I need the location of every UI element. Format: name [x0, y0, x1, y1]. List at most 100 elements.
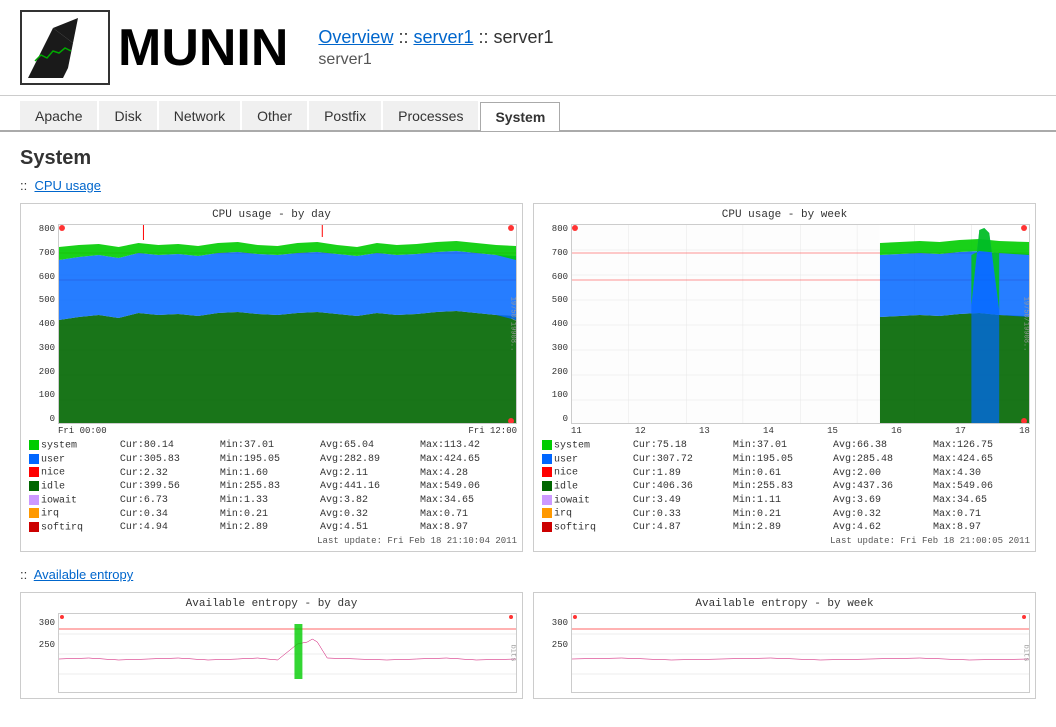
legend-max: 34.65	[957, 495, 987, 506]
legend-cur: 4.87	[657, 522, 681, 533]
cpu-day-svg	[59, 225, 516, 424]
legend-avg: 285.48	[857, 454, 893, 465]
cpu-day-side-label: 19750/19908..	[508, 297, 516, 352]
nav-tabs: Apache Disk Network Other Postfix Proces…	[0, 101, 1056, 132]
y-label: 700	[39, 248, 55, 258]
legend-max: 424.65	[957, 454, 993, 465]
y-label: 800	[39, 224, 55, 234]
tab-postfix[interactable]: Postfix	[309, 101, 381, 130]
legend-min: 2.89	[244, 522, 268, 533]
legend-avg: 0.32	[857, 509, 881, 520]
cpu-section-header: :: CPU usage	[20, 178, 1036, 193]
legend-cur: 80.14	[144, 440, 174, 451]
entropy-week-title: Available entropy - by week	[539, 598, 1030, 610]
legend-max: 0.71	[444, 509, 468, 520]
current-page: server1	[494, 27, 554, 47]
entropy-week-svg	[572, 614, 1029, 693]
entropy-section-header: :: Available entropy	[20, 567, 1036, 582]
legend-min: 0.21	[244, 509, 268, 520]
legend-min: 195.05	[244, 454, 280, 465]
legend-max: 126.75	[957, 440, 993, 451]
legend-cur: 399.56	[144, 481, 180, 492]
cpu-week-legend: system Cur:75.18 Min:37.01 Avg:66.38 Max…	[539, 439, 1030, 534]
tab-processes[interactable]: Processes	[383, 101, 478, 130]
entropy-week-side-label: bits	[1021, 645, 1029, 662]
x-tick: Fri 12:00	[468, 426, 517, 436]
cpu-day-title: CPU usage - by day	[26, 209, 517, 221]
page-content: System :: CPU usage CPU usage - by day 8…	[0, 132, 1056, 727]
legend-min: 1.60	[244, 468, 268, 479]
x-tick: 16	[891, 426, 902, 436]
legend-avg: 441.16	[344, 481, 380, 492]
breadcrumb-area: Overview :: server1 :: server1 server1	[318, 27, 553, 69]
entropy-link[interactable]: Available entropy	[34, 567, 134, 582]
entropy-week-chart: Available entropy - by week 300 250	[533, 592, 1036, 699]
x-tick: 15	[827, 426, 838, 436]
legend-max: 113.42	[444, 440, 480, 451]
tab-system[interactable]: System	[480, 102, 560, 131]
legend-avg: 0.32	[344, 509, 368, 520]
legend-label: idle	[41, 482, 65, 493]
legend-max: 8.97	[444, 522, 468, 533]
legend-min: 37.01	[244, 440, 274, 451]
legend-label: idle	[554, 482, 578, 493]
legend-avg: 4.62	[857, 522, 881, 533]
tab-disk[interactable]: Disk	[99, 101, 156, 130]
legend-min: 1.11	[757, 495, 781, 506]
legend-cur: 0.34	[144, 509, 168, 520]
x-tick: 13	[699, 426, 710, 436]
legend-min: 0.21	[757, 509, 781, 520]
legend-cur: 4.94	[144, 522, 168, 533]
y-label: 400	[552, 319, 568, 329]
y-label: 700	[552, 248, 568, 258]
cpu-week-title: CPU usage - by week	[539, 209, 1030, 221]
y-label: 0	[50, 414, 55, 424]
legend-avg: 2.11	[344, 468, 368, 479]
y-label: 300	[552, 618, 568, 628]
entropy-day-title: Available entropy - by day	[26, 598, 517, 610]
sep1: ::	[398, 27, 413, 47]
legend-min: 195.05	[757, 454, 793, 465]
cpu-day-chart: CPU usage - by day 800 700 600 500 400 3…	[20, 203, 523, 552]
legend-max: 4.28	[444, 468, 468, 479]
server-subtitle: server1	[318, 51, 553, 69]
tab-network[interactable]: Network	[159, 101, 240, 130]
y-label: 200	[552, 367, 568, 377]
cpu-week-side-label: 19750/19908..	[1021, 297, 1029, 352]
server1-link[interactable]: server1	[413, 27, 473, 47]
entropy-day-side-label: bits	[508, 645, 516, 662]
x-tick: 17	[955, 426, 966, 436]
tab-other[interactable]: Other	[242, 101, 307, 130]
legend-label: softirq	[41, 522, 83, 533]
overview-link[interactable]: Overview	[318, 27, 393, 47]
legend-avg: 4.51	[344, 522, 368, 533]
legend-label: nice	[554, 468, 578, 479]
header: MUNIN Overview :: server1 :: server1 ser…	[0, 0, 1056, 96]
legend-label: irq	[41, 509, 59, 520]
legend-max: 549.06	[957, 481, 993, 492]
legend-min: 0.61	[757, 468, 781, 479]
y-label: 300	[39, 343, 55, 353]
legend-avg: 3.82	[344, 495, 368, 506]
y-label: 0	[563, 414, 568, 424]
legend-avg: 3.69	[857, 495, 881, 506]
y-label: 250	[39, 640, 55, 650]
entropy-day-chart: Available entropy - by day 300 250	[20, 592, 523, 699]
tab-apache[interactable]: Apache	[20, 101, 97, 130]
y-label: 600	[39, 272, 55, 282]
x-tick: 12	[635, 426, 646, 436]
x-tick: 11	[571, 426, 582, 436]
legend-label: irq	[554, 509, 572, 520]
legend-avg: 65.04	[344, 440, 374, 451]
legend-label: iowait	[41, 495, 77, 506]
cpu-week-svg	[572, 225, 1029, 424]
y-label: 300	[39, 618, 55, 628]
legend-min: 2.89	[757, 522, 781, 533]
cpu-usage-link[interactable]: CPU usage	[34, 178, 100, 193]
legend-avg: 282.89	[344, 454, 380, 465]
legend-cur: 75.18	[657, 440, 687, 451]
legend-min: 255.83	[244, 481, 280, 492]
entropy-charts-row: Available entropy - by day 300 250	[20, 592, 1036, 699]
legend-cur: 406.36	[657, 481, 693, 492]
legend-label: user	[41, 454, 65, 465]
